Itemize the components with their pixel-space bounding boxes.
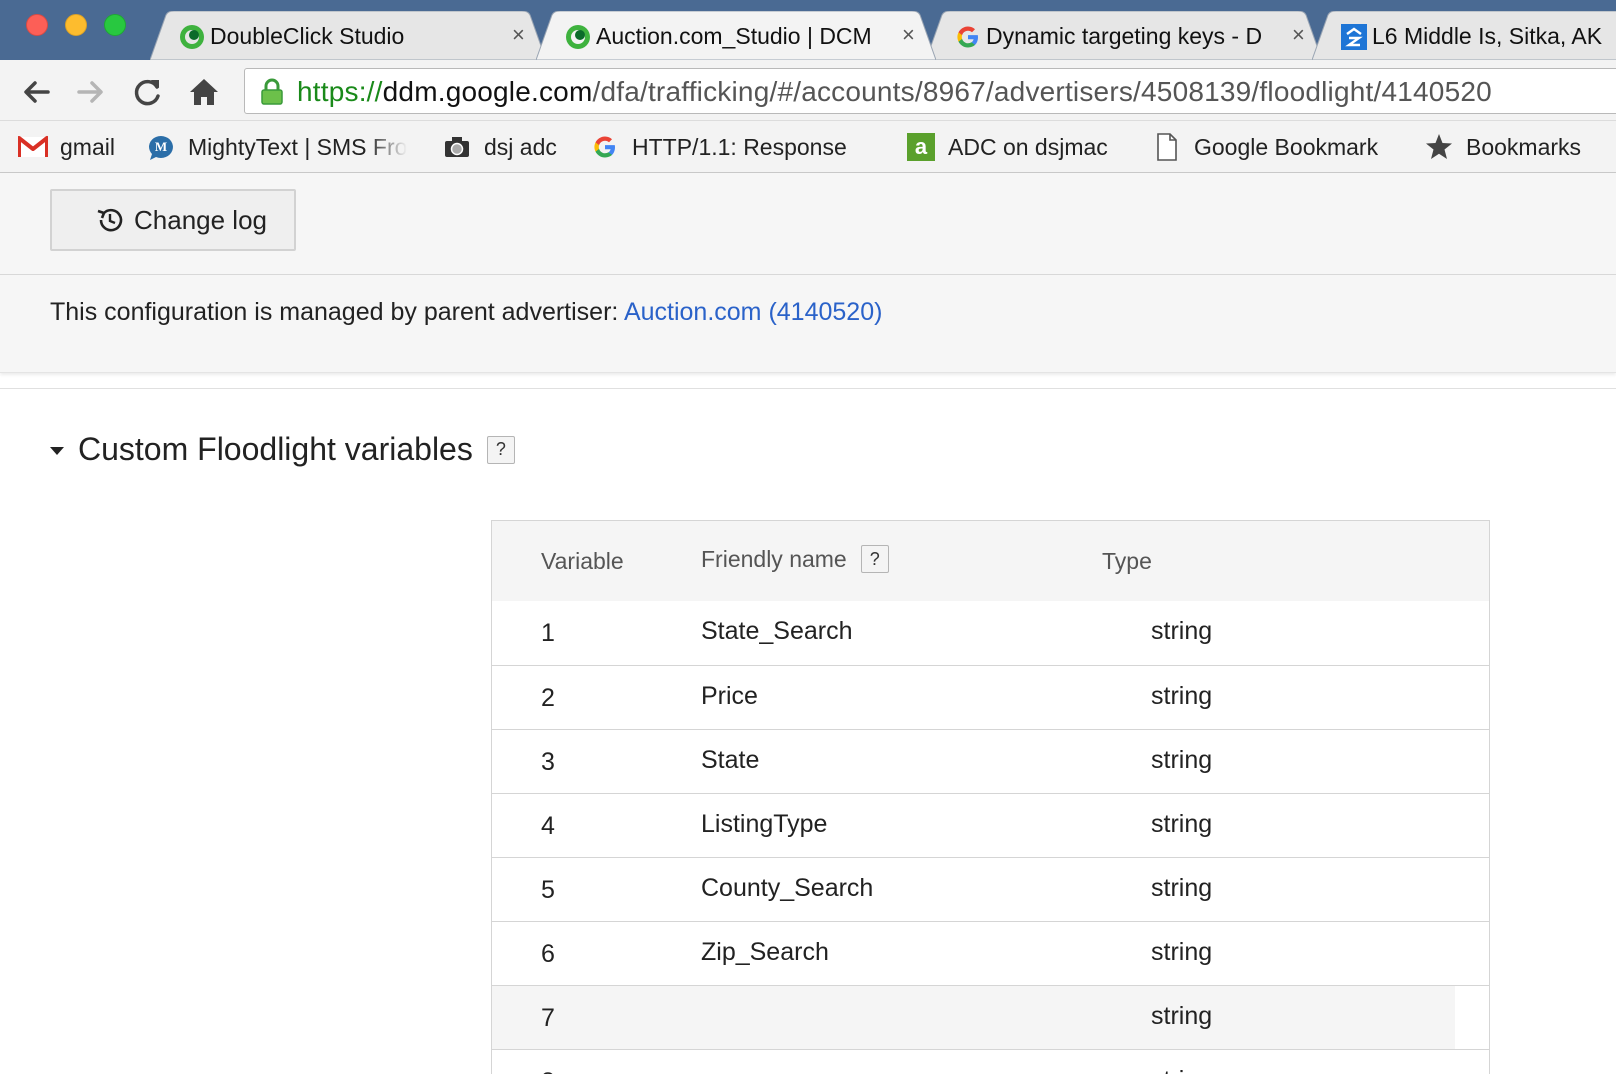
bookmark-bookmarks[interactable]: Bookmarks	[1424, 131, 1581, 163]
tab-title: Dynamic targeting keys - D	[986, 23, 1263, 49]
help-icon[interactable]: ?	[486, 435, 515, 464]
tab-title: Auction.com_Studio | DCM	[596, 23, 872, 49]
row-edge	[1455, 986, 1489, 1049]
doubleclick-icon	[564, 23, 592, 51]
amazon-icon: a	[906, 132, 936, 162]
address-bar[interactable]: https://ddm.google.com/dfa/trafficking/#…	[244, 68, 1616, 114]
zoom-window-button[interactable]	[104, 14, 126, 36]
back-icon[interactable]	[18, 74, 54, 110]
friendly-name: County_Search	[701, 874, 874, 902]
tab-dynamic-targeting[interactable]: Dynamic targeting keys - D ×	[926, 11, 1322, 60]
variable-number: 6	[541, 940, 555, 968]
history-icon	[94, 204, 126, 236]
mightytext-icon: M	[146, 132, 176, 162]
doubleclick-icon	[178, 23, 206, 51]
browser-toolbar: https://ddm.google.com/dfa/trafficking/#…	[0, 60, 1616, 121]
friendly-name: State_Search	[701, 617, 853, 645]
variable-number: 2	[541, 684, 555, 712]
tab-auction-studio[interactable]: Auction.com_Studio | DCM ×	[536, 11, 936, 60]
home-icon[interactable]	[186, 74, 222, 110]
forward-icon[interactable]	[73, 74, 109, 110]
variable-type: string	[1151, 1066, 1212, 1074]
svg-text:a: a	[915, 134, 928, 159]
url-text: https://ddm.google.com/dfa/trafficking/#…	[297, 76, 1492, 107]
bookmark-http-response[interactable]: HTTP/1.1: Response	[590, 131, 847, 163]
help-icon[interactable]: ?	[860, 545, 889, 573]
svg-text:M: M	[155, 139, 167, 154]
change-log-button[interactable]: Change log	[50, 189, 296, 251]
lock-icon	[259, 78, 285, 111]
table-body: 1 State_Search string 2 Price string 3 S…	[492, 601, 1489, 1074]
variable-type: string	[1151, 617, 1213, 645]
google-icon	[954, 23, 982, 51]
friendly-name: Price	[701, 682, 758, 710]
tab-strip: DoubleClick Studio × Auction.com_Studio …	[0, 0, 1616, 60]
caret-down-icon	[50, 446, 64, 455]
table-row[interactable]: 1 State_Search string	[492, 601, 1489, 665]
tab-close-icon[interactable]: ×	[1292, 22, 1305, 48]
close-window-button[interactable]	[26, 14, 48, 36]
managed-by-notice: This configuration is managed by parent …	[50, 298, 883, 326]
column-header-type: Type	[1102, 548, 1152, 574]
page-icon	[1152, 132, 1182, 162]
floodlight-variables-table: Variable Friendly name ? Type 1 State_Se…	[491, 520, 1490, 1074]
variable-number: 5	[541, 876, 555, 904]
bookmark-adc-dsjmac[interactable]: a ADC on dsjmac	[906, 131, 1108, 163]
minimize-window-button[interactable]	[65, 14, 87, 36]
tab-doubleclick-studio[interactable]: DoubleClick Studio ×	[150, 11, 546, 60]
config-panel: Change log This configuration is managed…	[0, 173, 1616, 373]
change-log-label: Change log	[134, 204, 267, 235]
variable-type: string	[1151, 874, 1213, 902]
column-header-variable: Variable	[541, 548, 624, 574]
reload-icon[interactable]	[130, 74, 166, 110]
variable-type: string	[1151, 746, 1213, 774]
friendly-name: ListingType	[701, 810, 828, 838]
variable-number: 1	[541, 619, 555, 647]
star-icon	[1424, 132, 1454, 162]
tab-close-icon[interactable]: ×	[512, 22, 525, 48]
variable-number: 4	[541, 812, 555, 840]
bookmark-google-bookmark[interactable]: Google Bookmark	[1152, 131, 1378, 163]
friendly-name: State	[701, 746, 760, 774]
table-row[interactable]: 4 ListingType string	[492, 793, 1489, 857]
parent-advertiser-link[interactable]: Auction.com (4140520)	[624, 298, 882, 326]
bookmark-mightytext[interactable]: M MightyText | SMS Fro	[146, 131, 407, 163]
variable-type: string	[1151, 938, 1213, 966]
bookmarks-bar: gmail M MightyText | SMS Fro dsj adc HTT…	[0, 121, 1616, 173]
section-header[interactable]: Custom Floodlight variables ?	[50, 431, 515, 468]
section-title: Custom Floodlight variables	[78, 431, 473, 467]
variable-type: string	[1151, 682, 1213, 710]
divider	[0, 388, 1616, 389]
table-row[interactable]: 5 County_Search string	[492, 857, 1489, 921]
bookmark-gmail[interactable]: gmail	[18, 131, 115, 163]
tab-title: DoubleClick Studio	[210, 23, 405, 49]
google-icon	[590, 132, 620, 162]
tab-sitka[interactable]: L6 Middle Is, Sitka, AK	[1312, 11, 1616, 60]
table-row[interactable]: 6 Zip_Search string	[492, 921, 1489, 985]
table-row[interactable]: 8 string	[492, 1049, 1489, 1074]
bookmark-dsj-adc[interactable]: dsj adc	[442, 131, 557, 163]
table-row[interactable]: 3 State string	[492, 729, 1489, 793]
table-row[interactable]: 2 Price string	[492, 665, 1489, 729]
friendly-name: Zip_Search	[701, 938, 829, 966]
gmail-icon	[18, 132, 48, 162]
tab-close-icon[interactable]: ×	[902, 22, 915, 48]
zillow-icon	[1340, 23, 1368, 51]
variable-number: 7	[541, 1004, 555, 1032]
tab-title: L6 Middle Is, Sitka, AK	[1372, 23, 1603, 49]
camera-icon	[442, 132, 472, 162]
variable-type: string	[1151, 1002, 1213, 1030]
variable-number: 8	[541, 1068, 555, 1074]
column-header-friendly-name: Friendly name ?	[701, 545, 889, 573]
page-content: Change log This configuration is managed…	[0, 173, 1616, 1074]
divider	[0, 274, 1616, 275]
table-header: Variable Friendly name ? Type	[492, 521, 1489, 601]
variable-number: 3	[541, 748, 555, 776]
variable-type: string	[1151, 810, 1213, 838]
table-row[interactable]: 7 string	[492, 985, 1489, 1049]
